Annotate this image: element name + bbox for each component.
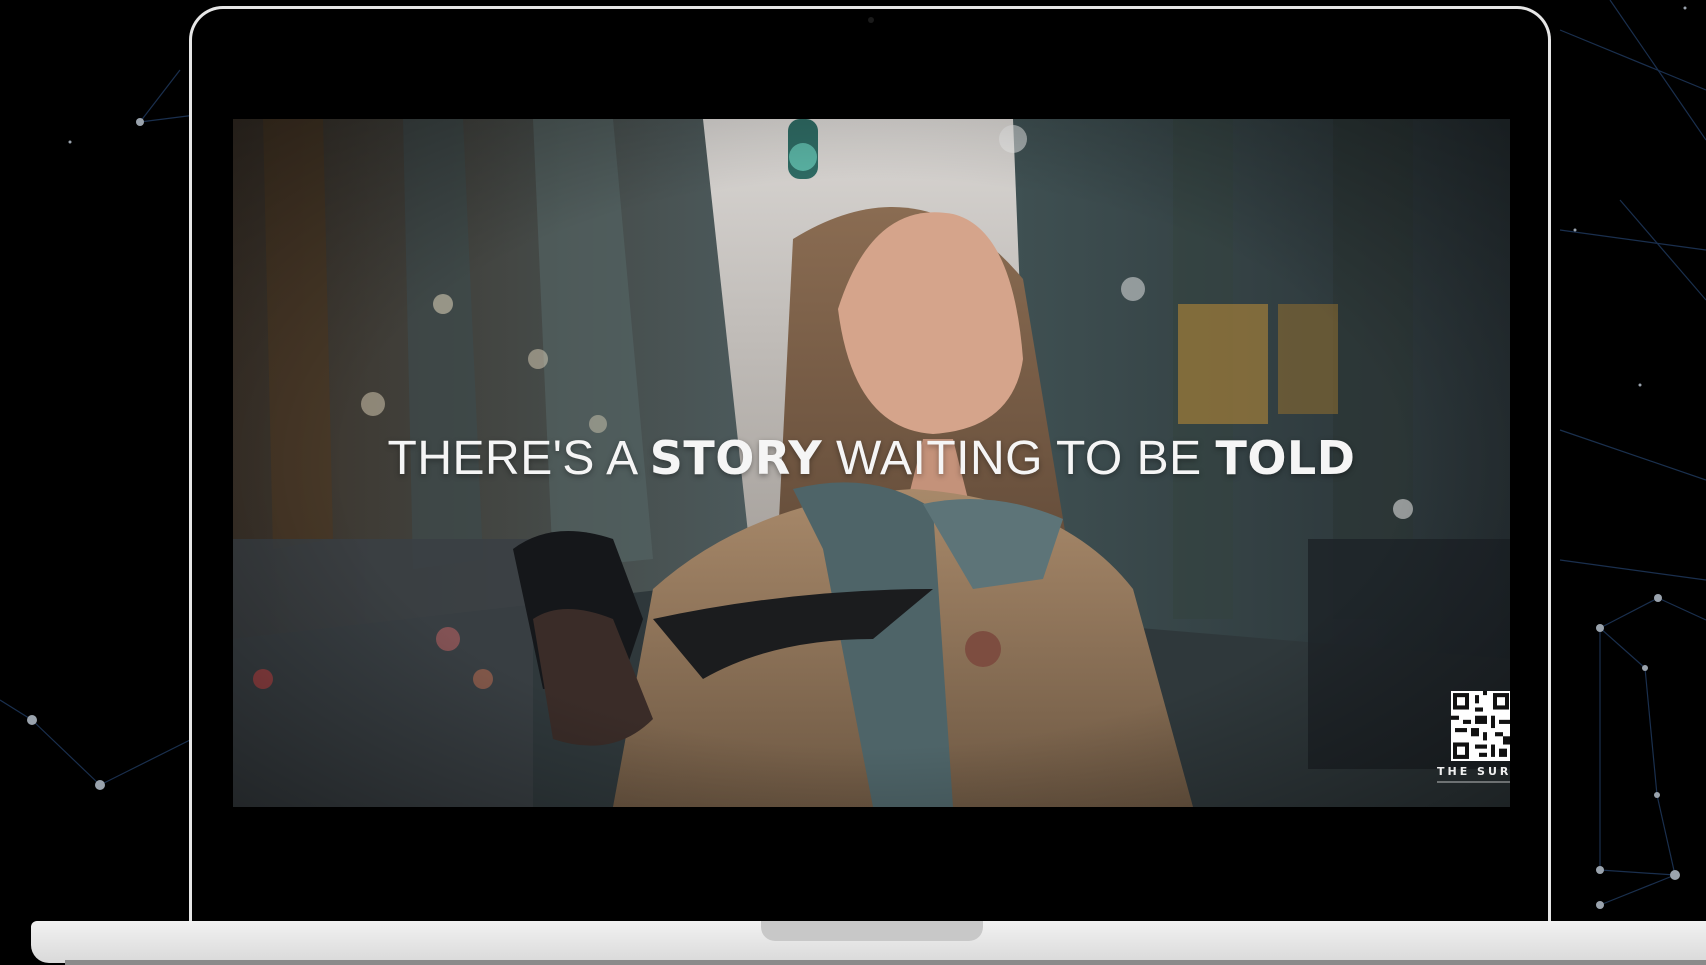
- brand-name: THE SUR: [1437, 765, 1510, 778]
- brand-watermark: THE SUR: [1437, 691, 1510, 783]
- headline-part-3: WAITING TO BE: [822, 432, 1216, 485]
- laptop-base-shadow: [65, 960, 1706, 965]
- brand-tagline-bar: [1437, 781, 1510, 783]
- page: THERE'S A STORY WAITING TO BE TOLD THE S…: [0, 0, 1706, 965]
- video-player[interactable]: THERE'S A STORY WAITING TO BE TOLD THE S…: [233, 119, 1510, 807]
- qr-code-icon: [1451, 691, 1510, 761]
- video-headline: THERE'S A STORY WAITING TO BE TOLD: [233, 431, 1510, 486]
- headline-part-1: THERE'S A: [387, 432, 650, 485]
- headline-part-4: TOLD: [1215, 431, 1356, 485]
- laptop-trackpad-notch: [761, 921, 983, 941]
- headline-part-2: STORY: [649, 431, 823, 485]
- webcam-icon: [868, 17, 874, 23]
